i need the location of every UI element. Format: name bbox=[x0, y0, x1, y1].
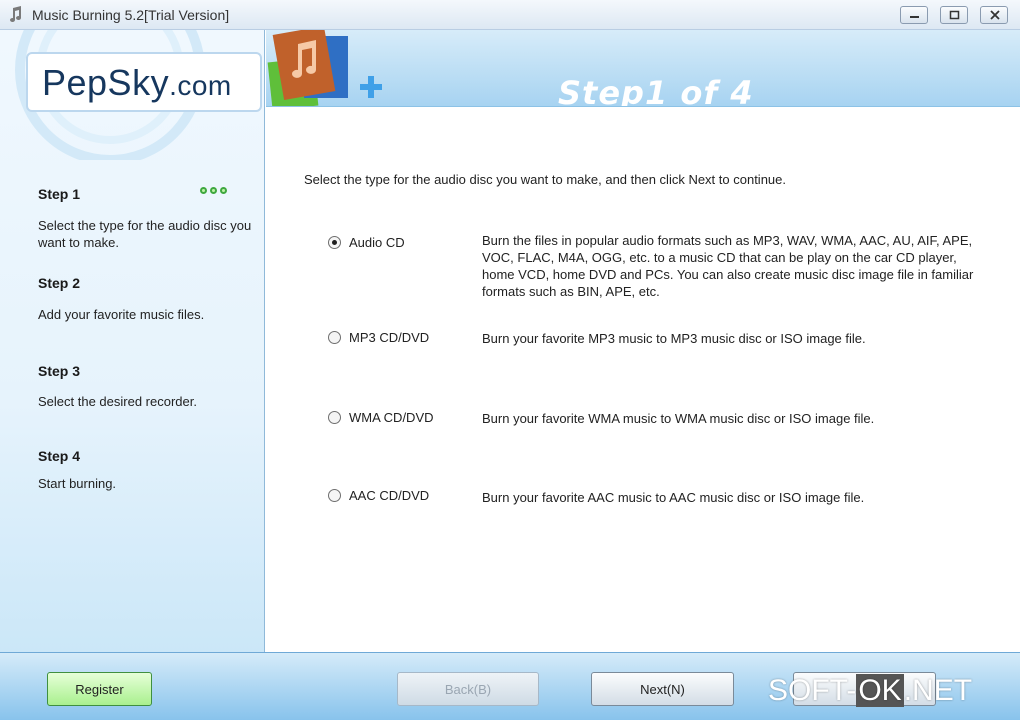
next-button[interactable]: Next(N) bbox=[591, 672, 734, 706]
maximize-icon bbox=[949, 10, 960, 20]
watermark-right: .NET bbox=[903, 674, 973, 707]
option-description: Burn your favorite MP3 music to MP3 musi… bbox=[482, 331, 866, 346]
close-button[interactable] bbox=[980, 6, 1008, 24]
logo-name: PepSky bbox=[42, 62, 170, 103]
window-title: Music Burning 5.2[Trial Version] bbox=[32, 7, 230, 23]
radio-audio-cd[interactable] bbox=[328, 236, 341, 249]
app-music-icon bbox=[10, 6, 21, 22]
watermark: SOFT-OK.NET bbox=[768, 674, 972, 708]
step-description: Select the type for the audio disc you w… bbox=[38, 218, 252, 250]
register-button[interactable]: Register bbox=[47, 672, 152, 706]
radio-mp3-cd-dvd[interactable] bbox=[328, 331, 341, 344]
option-label[interactable]: MP3 CD/DVD bbox=[349, 330, 429, 345]
step-title: Step 1 bbox=[38, 186, 81, 202]
sidebar-step-4: Step 4 Start burning. bbox=[38, 448, 253, 492]
step-description: Add your favorite music files. bbox=[38, 307, 205, 322]
sidebar-step-2: Step 2 Add your favorite music files. bbox=[38, 275, 253, 323]
option-label[interactable]: Audio CD bbox=[349, 235, 405, 250]
minimize-icon bbox=[910, 16, 919, 18]
option-label[interactable]: WMA CD/DVD bbox=[349, 410, 434, 425]
step-title: Step 3 bbox=[38, 363, 81, 379]
music-notes-icon bbox=[267, 30, 382, 106]
option-audio-cd[interactable]: Audio CD bbox=[328, 235, 405, 250]
maximize-button[interactable] bbox=[940, 6, 968, 24]
banner-step-label: Step1 of 4 bbox=[558, 74, 754, 107]
option-aac-cd-dvd[interactable]: AAC CD/DVD bbox=[328, 488, 429, 503]
minimize-button[interactable] bbox=[900, 6, 928, 24]
instruction-text: Select the type for the audio disc you w… bbox=[304, 172, 786, 187]
option-wma-cd-dvd[interactable]: WMA CD/DVD bbox=[328, 410, 434, 425]
watermark-mid: OK bbox=[856, 674, 904, 707]
main-panel: Select the type for the audio disc you w… bbox=[266, 108, 1020, 652]
sidebar-step-3: Step 3 Select the desired recorder. bbox=[38, 363, 253, 410]
step-description: Start burning. bbox=[38, 476, 117, 491]
sidebar-step-1: Step 1 Select the type for the audio dis… bbox=[38, 186, 253, 251]
watermark-left: SOFT- bbox=[768, 674, 857, 707]
step-banner: Step1 of 4 bbox=[266, 30, 1020, 107]
step-title: Step 4 bbox=[38, 448, 81, 464]
logo-suffix: .com bbox=[169, 70, 232, 101]
step-title: Step 2 bbox=[38, 275, 81, 291]
option-description: Burn the files in popular audio formats … bbox=[482, 233, 974, 299]
option-description: Burn your favorite AAC music to AAC musi… bbox=[482, 490, 865, 505]
pepsky-logo[interactable]: PepSky.com bbox=[26, 52, 262, 112]
option-description: Burn your favorite WMA music to WMA musi… bbox=[482, 411, 875, 426]
option-label[interactable]: AAC CD/DVD bbox=[349, 488, 429, 503]
title-bar: Music Burning 5.2[Trial Version] bbox=[0, 0, 1020, 30]
step-description: Select the desired recorder. bbox=[38, 394, 197, 409]
close-icon bbox=[990, 10, 1000, 20]
back-button[interactable]: Back(B) bbox=[397, 672, 539, 706]
radio-wma-cd-dvd[interactable] bbox=[328, 411, 341, 424]
option-mp3-cd-dvd[interactable]: MP3 CD/DVD bbox=[328, 330, 429, 345]
radio-aac-cd-dvd[interactable] bbox=[328, 489, 341, 502]
steps-sidebar: PepSky.com Step 1 Select the type for th… bbox=[0, 30, 265, 652]
